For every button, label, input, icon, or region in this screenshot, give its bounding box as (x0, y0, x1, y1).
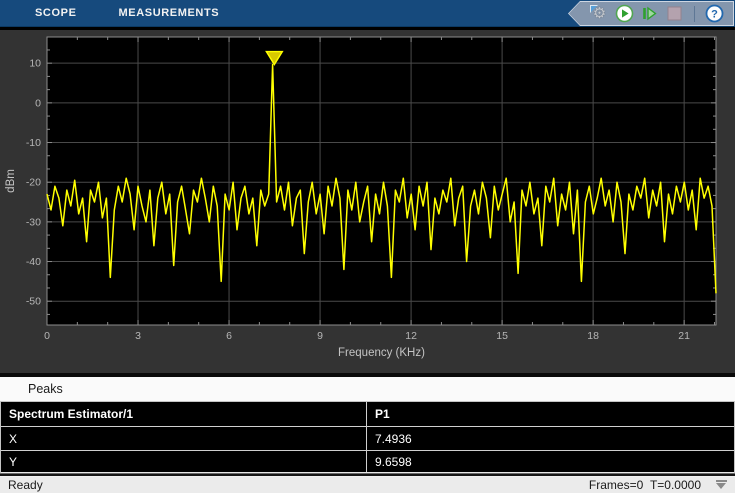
row-x-label: X (1, 427, 367, 450)
collapse-panel-icon[interactable] (715, 480, 727, 490)
stop-button[interactable] (665, 4, 684, 23)
x-tick-label: 0 (44, 330, 50, 342)
x-tick-label: 6 (226, 330, 232, 342)
step-forward-icon (643, 6, 657, 21)
x-tick-label: 9 (317, 330, 323, 342)
table-row-y: Y 9.6598 (1, 451, 734, 473)
x-tick-label: 12 (405, 330, 417, 342)
status-bar: Ready Frames=0 T=0.0000 (0, 477, 735, 493)
table-header-p1: P1 (367, 402, 734, 426)
table-row-x: X 7.4936 (1, 427, 734, 451)
simulation-controls: ⚙ ? (568, 1, 734, 26)
table-header-source: Spectrum Estimator/1 (1, 402, 367, 426)
peaks-panel-title: Peaks (0, 377, 735, 401)
tab-bar: SCOPE MEASUREMENTS (0, 0, 240, 26)
play-icon (615, 4, 634, 23)
plot-panel: 0 3 6 9 12 15 18 21 10 0 -10 -20 -30 -40 -50 Frequency … (0, 30, 735, 373)
tab-measurements[interactable]: MEASUREMENTS (98, 0, 241, 26)
tab-scope[interactable]: SCOPE (14, 0, 98, 26)
help-icon: ? (705, 4, 724, 23)
x-tick-label: 3 (135, 330, 141, 342)
row-y-value: 9.6598 (367, 451, 734, 472)
y-tick-label: -10 (26, 137, 41, 149)
y-tick-label: -50 (26, 296, 41, 308)
x-tick-label: 15 (496, 330, 508, 342)
svg-text:?: ? (711, 8, 718, 20)
row-x-value: 7.4936 (367, 427, 734, 450)
frames-counter: Frames=0 T=0.0000 (588, 478, 701, 492)
spectrum-plot[interactable]: 0 3 6 9 12 15 18 21 10 0 -10 -20 -30 -40 -50 Frequency … (0, 30, 735, 368)
stop-icon (667, 6, 682, 21)
step-forward-button[interactable] (640, 4, 659, 23)
y-tick-label: 0 (35, 97, 41, 109)
y-axis-label: dBm (5, 169, 17, 193)
y-tick-label: 10 (29, 58, 41, 70)
table-header-row: Spectrum Estimator/1 P1 (1, 402, 734, 427)
plot-background (47, 37, 716, 325)
x-axis-label: Frequency (KHz) (338, 347, 425, 359)
y-tick-label: -30 (26, 216, 41, 228)
gear-icon: ⚙ (592, 5, 607, 22)
run-button[interactable] (615, 4, 634, 23)
status-text: Ready (8, 478, 43, 492)
y-tick-label: -20 (26, 177, 41, 189)
help-button[interactable]: ? (705, 4, 724, 23)
row-y-label: Y (1, 451, 367, 472)
toolbar-separator (694, 5, 695, 22)
peaks-table: Spectrum Estimator/1 P1 X 7.4936 Y 9.659… (0, 401, 735, 473)
x-tick-label: 18 (587, 330, 599, 342)
step-back-settings-button[interactable]: ⚙ (590, 4, 609, 23)
y-tick-label: -40 (26, 256, 41, 268)
spectrum-analyzer-window: SCOPE MEASUREMENTS ⚙ ? 0 3 6 9 12 15 18 … (0, 0, 735, 493)
toolbar: SCOPE MEASUREMENTS ⚙ ? (0, 0, 735, 27)
x-tick-label: 21 (678, 330, 690, 342)
